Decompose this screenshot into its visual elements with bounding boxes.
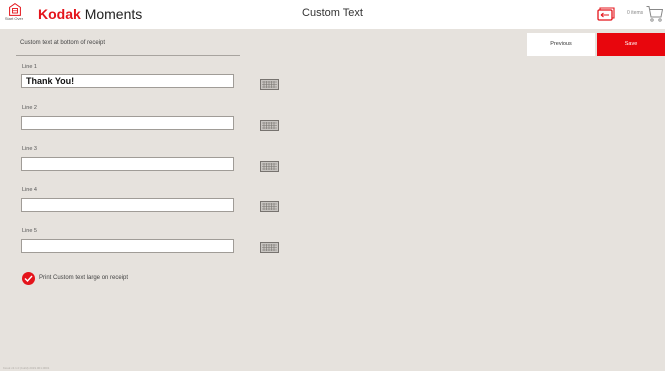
previous-button[interactable]: Previous xyxy=(527,33,595,56)
line-1-label: Line 1 xyxy=(22,64,37,70)
version-text: Kiosk v3.1.0 (build) 2019.001.0001 xyxy=(3,366,50,370)
orders-icon[interactable] xyxy=(597,6,615,22)
line-3-label: Line 3 xyxy=(22,146,37,152)
large-text-checkbox[interactable] xyxy=(22,272,35,285)
check-icon xyxy=(24,275,33,282)
line-5-label: Line 5 xyxy=(22,228,37,234)
line-2-input[interactable] xyxy=(21,116,234,130)
save-button[interactable]: Save xyxy=(597,33,665,56)
line-5-input[interactable] xyxy=(21,239,234,253)
header-bar: Start Over Kodak Moments Custom Text 0 i… xyxy=(0,0,665,29)
section-divider xyxy=(16,55,240,56)
line-2-label: Line 2 xyxy=(22,105,37,111)
keyboard-icon[interactable] xyxy=(260,201,279,212)
line-1-input[interactable] xyxy=(21,74,234,88)
section-title: Custom text at bottom of receipt xyxy=(20,40,106,46)
line-4-input[interactable] xyxy=(21,198,234,212)
line-4-label: Line 4 xyxy=(22,187,37,193)
cart-items-count: 0 items xyxy=(627,10,644,16)
large-text-label: Print Custom text large on receipt xyxy=(39,275,129,281)
page-title: Custom Text xyxy=(302,7,363,19)
keyboard-icon[interactable] xyxy=(260,79,279,90)
keyboard-icon[interactable] xyxy=(260,120,279,131)
line-3-input[interactable] xyxy=(21,157,234,171)
keyboard-icon[interactable] xyxy=(260,161,279,172)
keyboard-icon[interactable] xyxy=(260,242,279,253)
cart-icon[interactable] xyxy=(646,5,663,23)
